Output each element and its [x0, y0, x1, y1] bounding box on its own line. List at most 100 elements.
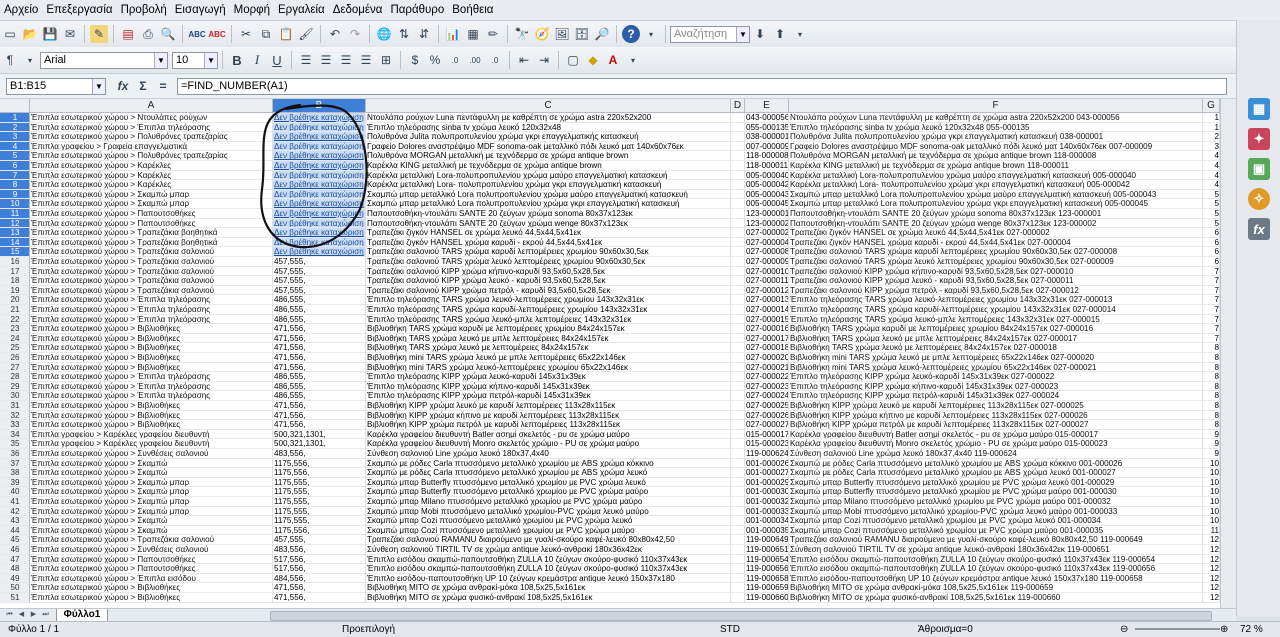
menu-item[interactable]: Εισαγωγή [171, 4, 230, 16]
cell-e[interactable]: 123-000001 [745, 209, 789, 219]
cell-b[interactable]: 486,555, [273, 295, 366, 305]
cell-c[interactable]: Τραπεζάκι σαλονιού RAMANU διαιρούμενο με… [366, 535, 731, 545]
formatting-options-icon[interactable]: ▾ [624, 51, 642, 69]
row-header[interactable]: 49 [0, 573, 30, 584]
cell-f[interactable]: Σκαμπώ μπαρ μεταλλικό Lora πολυπροπυλενί… [789, 189, 1203, 200]
cell-d[interactable] [731, 353, 745, 363]
styles-formatting-icon[interactable]: ✦ [1248, 128, 1270, 150]
cell-a[interactable]: Έπιπλα εσωτερικού χώρου > Τραπεζάκια βοη… [30, 228, 273, 238]
cell-e[interactable]: 027-000012 [745, 285, 789, 296]
cell-a[interactable]: Έπιπλα εσωτερικού χώρου > Πολυθρόνες τρα… [30, 132, 273, 142]
cell-a[interactable]: Έπιπλα εσωτερικού χώρου > Βιβλιοθήκες [30, 353, 273, 363]
export-pdf-icon[interactable]: ▤ [119, 25, 137, 43]
cell-d[interactable] [731, 266, 745, 277]
row-header[interactable]: 17 [0, 266, 30, 277]
cell-d[interactable] [731, 180, 745, 190]
cell-d[interactable] [731, 247, 745, 257]
cell-c[interactable]: Βιβλιοθήκη KIPP χρώμα κήπινο με καρυδί λ… [366, 410, 731, 421]
menu-item[interactable]: Βοήθεια [448, 4, 497, 16]
next-sheet-icon[interactable]: ▶ [28, 610, 39, 620]
toolbar-options-icon[interactable]: ▾ [642, 25, 660, 43]
cell-a[interactable]: Έπιπλα εσωτερικού χώρου > Παπουτσοθήκες [30, 209, 273, 219]
cell-d[interactable] [731, 122, 745, 133]
cell-g[interactable]: 4 [1203, 180, 1220, 190]
row-header[interactable]: 46 [0, 545, 30, 555]
name-box[interactable]: B1:B15 ▼ [6, 77, 106, 95]
cell-b[interactable]: 457,555, [273, 285, 366, 296]
cell-c[interactable]: Τραπεζάκι σαλονιού KIPP χρώμα κήπινο-καρ… [366, 266, 731, 277]
cell-g[interactable]: 7 [1203, 295, 1220, 305]
row-header[interactable]: 34 [0, 429, 30, 440]
cell-d[interactable] [731, 228, 745, 238]
cell-g[interactable]: 8 [1203, 362, 1220, 373]
cell-c[interactable]: Έπιπλο τηλεόρασης KIPP χρώμα λευκό-καρυδ… [366, 372, 731, 382]
cell-f[interactable]: Τραπεζάκι ζιγκόν HANSEL σε χρώμα λευκό 4… [789, 228, 1203, 238]
cell-e[interactable]: 119-000660 [745, 593, 789, 603]
cell-g[interactable]: 9 [1203, 429, 1220, 440]
row-header[interactable]: 15 [0, 247, 30, 257]
cell-a[interactable]: Έπιπλα εσωτερικού χώρου > Σκαμπώ μπαρ [30, 189, 273, 200]
cell-f[interactable]: Πολυθρόνα Julita πολυπροπυλενίου χρώμα γ… [789, 132, 1203, 142]
cell-f[interactable]: Βιβλιοθήκη MITO σε χρώμα ανθρακί-μόκα 10… [789, 583, 1203, 593]
find-next-icon[interactable]: ⬇ [751, 25, 769, 43]
cell-f[interactable]: Παπουτσοθήκη-ντουλάπι SANTE 20 ζεύγων χρ… [789, 218, 1203, 229]
cell-g[interactable]: 8 [1203, 353, 1220, 363]
cell-g[interactable]: 10 [1203, 487, 1220, 497]
cell-c[interactable]: Τραπεζάκι σαλονιού KIPP χρώμα πετρόλ - κ… [366, 285, 731, 296]
cell-d[interactable] [731, 458, 745, 469]
cell-d[interactable] [731, 506, 745, 517]
cell-b[interactable]: 471,556, [273, 343, 366, 353]
row-header[interactable]: 26 [0, 353, 30, 363]
cell-d[interactable] [731, 362, 745, 373]
zoom-icon[interactable]: 🔎 [593, 25, 611, 43]
cell-d[interactable] [731, 564, 745, 574]
cell-g[interactable]: 9 [1203, 449, 1220, 459]
cell-d[interactable] [731, 295, 745, 305]
cell-d[interactable] [731, 372, 745, 382]
cell-e[interactable]: 118-000011 [745, 161, 789, 171]
cell-b[interactable]: Δεν βρέθηκε καταχώριση [273, 132, 366, 142]
row-header[interactable]: 48 [0, 564, 30, 574]
cell-g[interactable]: 5 [1203, 209, 1220, 219]
print-preview-icon[interactable]: 🔍 [159, 25, 177, 43]
cell-a[interactable]: Έπιπλα εσωτερικού χώρου > Τραπεζάκια σαλ… [30, 257, 273, 267]
cell-e[interactable]: 005-000042 [745, 180, 789, 190]
cell-d[interactable] [731, 593, 745, 603]
row-header[interactable]: 13 [0, 228, 30, 238]
cell-a[interactable]: Έπιπλα εσωτερικού χώρου > Βιβλιοθήκες [30, 593, 273, 603]
row-header[interactable]: 44 [0, 525, 30, 536]
cell-f[interactable]: Έπιπλο εισόδου σκαμπώ-παπουτσοθήκη ZULLA… [789, 554, 1203, 565]
cell-f[interactable]: Σκαμπώ μπαρ Butterfly πτυσσόμενο μεταλλι… [789, 487, 1203, 497]
styles-icon[interactable]: ¶ [1, 51, 19, 69]
cell-g[interactable]: 1 [1203, 122, 1220, 133]
merge-cells-icon[interactable]: ⊞ [377, 51, 395, 69]
cell-b[interactable]: Δεν βρέθηκε καταχώριση [273, 161, 366, 171]
cell-d[interactable] [731, 545, 745, 555]
cell-a[interactable]: Έπιπλα εσωτερικού χώρου > Ντουλάπες ρούχ… [30, 113, 273, 123]
font-size-field[interactable]: 10 ▼ [172, 51, 218, 69]
cell-g[interactable]: 3 [1203, 141, 1220, 152]
cell-g[interactable]: 10 [1203, 506, 1220, 517]
cell-c[interactable]: Έπιπλο τηλεόρασης TARS χρώμα λευκό-μπλε … [366, 314, 731, 325]
cell-c[interactable]: Έπιπλο εισόδου σκαμπώ-παπουτσοθήκη ZULLA… [366, 554, 731, 565]
cell-c[interactable]: Βιβλιοθήκη mini TARS χρώμα λευκό με μπλε… [366, 353, 731, 363]
cell-d[interactable] [731, 161, 745, 171]
cell-d[interactable] [731, 516, 745, 526]
cell-d[interactable] [731, 391, 745, 401]
cell-e[interactable]: 027-000013 [745, 295, 789, 305]
cell-e[interactable]: 027-000010 [745, 266, 789, 277]
cell-a[interactable]: Έπιπλα εσωτερικού χώρου > Πολυθρόνες τρα… [30, 151, 273, 161]
cell-f[interactable]: Σκαμπώ μπαρ μεταλλικό Lora πολυπροπυλενί… [789, 199, 1203, 209]
zoom-slider[interactable] [1135, 628, 1220, 630]
row-header[interactable]: 24 [0, 333, 30, 344]
cell-g[interactable]: 10 [1203, 468, 1220, 478]
cell-b[interactable]: 457,555, [273, 276, 366, 286]
cell-d[interactable] [731, 468, 745, 478]
styles-dropdown-icon[interactable]: ▾ [21, 51, 39, 69]
cell-b[interactable]: 457,555, [273, 535, 366, 545]
row-header[interactable]: 36 [0, 449, 30, 459]
cell-d[interactable] [731, 141, 745, 152]
cell-e[interactable]: 123-000002 [745, 218, 789, 229]
cell-a[interactable]: Έπιπλα γραφείου > Καρέκλες γραφείου διευ… [30, 439, 273, 449]
cell-e[interactable]: 119-000624 [745, 449, 789, 459]
